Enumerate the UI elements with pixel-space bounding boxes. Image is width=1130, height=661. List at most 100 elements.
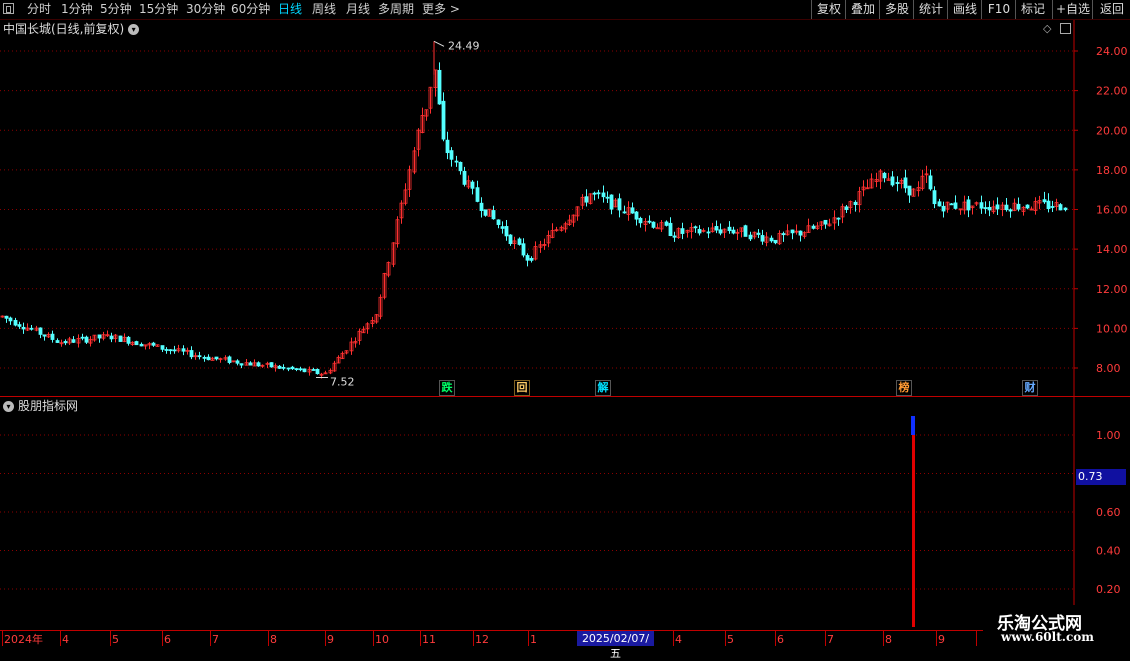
date-tick-label: 11 — [422, 633, 436, 646]
candle-body — [651, 221, 656, 228]
candle-body — [605, 196, 610, 199]
candle-body — [638, 217, 643, 224]
signal-marker[interactable]: 财 — [1022, 380, 1038, 396]
candle-body — [811, 225, 816, 229]
candle-body — [596, 192, 601, 195]
date-tick-label: 2024年 — [4, 632, 43, 646]
candle-body — [647, 220, 652, 223]
signal-marker[interactable]: 解 — [595, 380, 611, 396]
candle-body — [718, 229, 723, 234]
candle-body — [769, 237, 774, 242]
indicator-tick-label: 1.00 — [1096, 429, 1121, 442]
candle-body — [483, 209, 488, 216]
candle-body — [151, 342, 156, 346]
candle-body — [197, 355, 202, 358]
date-tick-label: 10 — [375, 633, 389, 646]
candle-body — [38, 327, 43, 335]
candle-body — [773, 239, 778, 244]
candle-body — [139, 343, 144, 347]
candle-body — [853, 201, 858, 205]
candle-body — [706, 231, 711, 234]
candle-body — [109, 335, 114, 340]
candle-body — [298, 368, 303, 371]
candle-body — [1042, 199, 1047, 203]
signal-marker[interactable]: 榜 — [896, 380, 912, 396]
candle-body — [294, 368, 299, 370]
watermark-url: www.60lt.com — [1001, 630, 1094, 644]
candle-body — [731, 229, 736, 234]
date-tick-label: 5 — [112, 633, 119, 646]
candle-body — [953, 202, 958, 209]
candle-body — [302, 368, 307, 373]
date-tick-label: 6 — [777, 633, 784, 646]
candle-body — [844, 206, 849, 210]
candle-body — [71, 339, 76, 343]
candle-body — [823, 219, 828, 225]
candle-body — [1058, 204, 1063, 211]
date-tick-label: 1 — [530, 633, 537, 646]
candle-body — [290, 366, 295, 370]
candle-body — [227, 356, 232, 363]
candle-body — [668, 222, 673, 237]
candle-body — [441, 100, 446, 140]
price-tick-label: 24.00 — [1096, 45, 1128, 58]
candle-body — [966, 199, 971, 211]
signal-marker[interactable]: 回 — [514, 380, 530, 396]
candle-body — [202, 356, 207, 359]
candle-body — [655, 227, 660, 230]
candle-body — [890, 176, 895, 186]
candle-body — [508, 234, 513, 244]
date-tick-label: 8 — [885, 633, 892, 646]
indicator-signal-cap — [911, 416, 915, 435]
date-tick-label: 8 — [270, 633, 277, 646]
candle-body — [882, 172, 887, 179]
low-price-label: 7.52 — [330, 376, 355, 389]
date-cursor-label: 2025/02/07/五 — [577, 631, 654, 660]
candle-body — [458, 161, 463, 172]
candle-body — [727, 226, 732, 232]
candle-body — [500, 226, 505, 229]
candle-body — [172, 349, 177, 352]
candle-body — [239, 363, 244, 366]
candle-body — [13, 319, 18, 326]
candle-body — [286, 367, 291, 370]
candle-body — [634, 211, 639, 220]
candle-body — [987, 206, 992, 211]
candle-body — [525, 255, 530, 261]
candle-body — [256, 362, 261, 367]
candle-body — [714, 226, 719, 231]
candle-body — [311, 369, 316, 371]
price-tick-label: 22.00 — [1096, 85, 1128, 98]
candle-body — [206, 356, 211, 361]
candle-body — [160, 345, 165, 350]
candle-body — [168, 349, 173, 352]
candle-body — [164, 349, 169, 351]
chevron-down-icon[interactable]: ▾ — [3, 401, 14, 412]
candle-body — [277, 365, 282, 369]
indicator-tick-label: 0.20 — [1096, 583, 1121, 596]
candle-body — [836, 217, 841, 220]
price-tick-label: 18.00 — [1096, 164, 1128, 177]
candle-body — [798, 230, 803, 236]
current-value-box: 0.73 — [1076, 469, 1126, 485]
candle-body — [1063, 207, 1068, 211]
candle-body — [496, 219, 501, 225]
candle-body — [29, 327, 34, 330]
candle-body — [756, 232, 761, 235]
indicator-tick-label: 0.40 — [1096, 545, 1121, 558]
date-tick-label: 7 — [212, 633, 219, 646]
candle-body — [1046, 200, 1051, 210]
candle-body — [617, 198, 622, 211]
candle-body — [126, 336, 131, 344]
candle-body — [932, 190, 937, 205]
candle-body — [8, 317, 13, 322]
candle-body — [248, 362, 253, 366]
candle-body — [17, 324, 22, 327]
candle-body — [664, 221, 669, 226]
signal-marker[interactable]: 跌 — [439, 380, 455, 396]
date-tick-label: 9 — [938, 633, 945, 646]
candle-body — [949, 203, 954, 206]
candle-body — [445, 139, 450, 154]
candle-body — [315, 368, 320, 375]
candle-body — [680, 228, 685, 234]
